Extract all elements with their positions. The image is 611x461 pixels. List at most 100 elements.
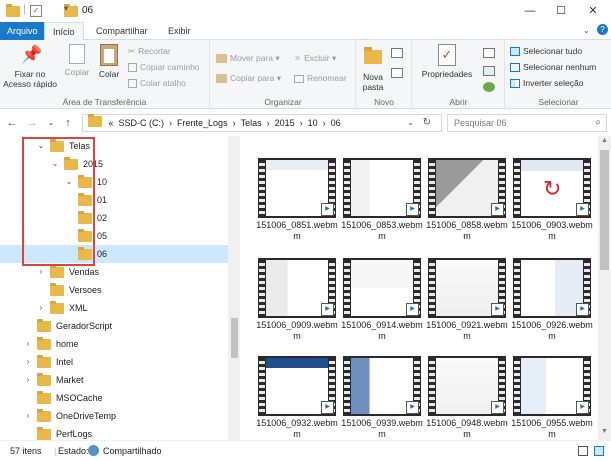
collapse-ribbon-icon[interactable]: ⌄: [583, 26, 590, 35]
file-item[interactable]: ▶ 151006_0939.webm m: [341, 356, 423, 440]
tab-share[interactable]: Compartilhar: [88, 22, 156, 40]
new-folder-button[interactable]: Nova pasta: [360, 46, 386, 92]
select-none-button[interactable]: Selecionar nenhum: [510, 61, 596, 74]
easy-access-icon[interactable]: [391, 68, 403, 78]
thumbnail-screen: ↻: [521, 160, 583, 216]
file-item[interactable]: ▶ 151006_0851.webm m: [256, 158, 338, 258]
file-item[interactable]: ▶ 151006_0858.webm m: [426, 158, 508, 258]
scroll-down-icon[interactable]: ▼: [601, 428, 608, 435]
tab-file[interactable]: Arquivo: [0, 22, 45, 40]
tree-item-msocache[interactable]: MSOCache: [0, 389, 228, 407]
invert-selection-button[interactable]: Inverter seleção: [510, 77, 583, 90]
window-title: 06: [82, 5, 94, 16]
paste-shortcut-icon: [128, 79, 137, 89]
file-item[interactable]: ↻ ▶ 151006_0903.webm m: [511, 158, 593, 258]
breadcrumb-item[interactable]: Frente_Logs: [177, 118, 228, 128]
new-item-icon[interactable]: [391, 48, 403, 58]
media-player-icon: ▶: [491, 203, 504, 216]
edit-icon[interactable]: [483, 66, 495, 76]
copy-path-button[interactable]: Copiar caminho: [128, 61, 200, 74]
minimize-button[interactable]: —: [515, 0, 545, 22]
recent-locations-chevron-icon[interactable]: ⌄: [43, 115, 59, 131]
forward-arrow-icon[interactable]: →: [24, 115, 40, 131]
tree-item-onedrivetemp[interactable]: › OneDriveTemp: [0, 407, 228, 425]
maximize-button[interactable]: ☐: [546, 0, 576, 22]
delete-button[interactable]: ✕ Excluir ▾: [294, 52, 336, 65]
file-item[interactable]: ▶ 151006_0921.webm m: [426, 258, 508, 358]
tree-item-xml[interactable]: › XML: [0, 299, 228, 317]
tree-item-versoes[interactable]: Versoes: [0, 281, 228, 299]
breadcrumb-item[interactable]: SSD-C (C:): [119, 118, 165, 128]
chevron-right-icon[interactable]: ›: [23, 335, 33, 353]
history-icon[interactable]: [483, 82, 495, 92]
close-button[interactable]: ✕: [578, 0, 608, 22]
chevron-right-icon[interactable]: ›: [23, 353, 33, 371]
move-to-button[interactable]: Mover para ▾: [216, 52, 280, 65]
pin-quick-access-button[interactable]: 📌 Fixar no Acesso rápido: [2, 44, 58, 89]
refresh-icon[interactable]: ↻: [423, 115, 431, 131]
breadcrumb-item[interactable]: 06: [331, 118, 341, 128]
properties-button[interactable]: ✓ Propriedades: [419, 44, 475, 79]
back-arrow-icon[interactable]: ←: [4, 115, 20, 131]
file-item[interactable]: ▶ 151006_0853.webm m: [341, 158, 423, 258]
breadcrumb-separator-icon[interactable]: ›: [169, 118, 172, 128]
media-player-icon: ▶: [406, 303, 419, 316]
scroll-up-icon[interactable]: ▲: [601, 137, 608, 144]
select-all-button[interactable]: Selecionar tudo: [510, 45, 582, 58]
search-input[interactable]: Pesquisar 06 ⌕: [447, 114, 607, 132]
paste-button[interactable]: Colar: [95, 44, 123, 79]
file-item[interactable]: ▶ 151006_0932.webm m: [256, 356, 338, 440]
chevron-right-icon[interactable]: ›: [36, 299, 46, 317]
paste-shortcut-button[interactable]: Colar atalho: [128, 77, 186, 90]
breadcrumb-item[interactable]: 10: [308, 118, 318, 128]
breadcrumb-separator-icon[interactable]: ›: [323, 118, 326, 128]
breadcrumb-item[interactable]: Telas: [241, 118, 262, 128]
chevron-right-icon[interactable]: ›: [23, 407, 33, 425]
file-item[interactable]: ▶ 151006_0914.webm m: [341, 258, 423, 358]
breadcrumb-separator-icon[interactable]: ›: [233, 118, 236, 128]
tab-home[interactable]: Início: [44, 22, 84, 41]
rename-button[interactable]: Renomear: [294, 72, 347, 85]
file-item[interactable]: ▶ 151006_0909.webm m: [256, 258, 338, 358]
up-arrow-icon[interactable]: ↑: [60, 115, 76, 131]
chevron-right-icon[interactable]: ›: [23, 371, 33, 389]
breadcrumb-separator-icon[interactable]: ›: [267, 118, 270, 128]
open-icon[interactable]: [483, 48, 495, 58]
file-name: 151006_0851.webm m: [254, 220, 340, 242]
large-icons-view-icon[interactable]: [594, 446, 604, 456]
tree-item-market[interactable]: › Market: [0, 371, 228, 389]
copy-path-label: Copiar caminho: [140, 62, 200, 72]
file-item[interactable]: ▶ 151006_0948.webm m: [426, 356, 508, 440]
cut-button[interactable]: ✂ Recortar: [128, 45, 171, 58]
file-item[interactable]: ▶ 151006_0926.webm m: [511, 258, 593, 358]
file-view-scrollbar-thumb[interactable]: [600, 150, 609, 270]
tree-item-label: 05: [97, 231, 108, 241]
scissors-icon: ✂: [128, 46, 136, 57]
path-dropdown-chevron-icon[interactable]: ⌄: [407, 115, 414, 131]
video-thumbnail: ↻ ▶: [513, 158, 591, 218]
media-player-icon: ▶: [406, 203, 419, 216]
breadcrumb-item[interactable]: 2015: [275, 118, 295, 128]
tab-view[interactable]: Exibir: [160, 22, 199, 40]
tree-item-label: home: [56, 339, 79, 349]
address-path[interactable]: « SSD-C (C:) › Frente_Logs › Telas › 2015 › 10 › 06…: [82, 114, 442, 132]
tree-item-geradorscript[interactable]: GeradorScript: [0, 317, 228, 335]
copy-button[interactable]: Copiar: [62, 44, 92, 77]
media-player-icon: ▶: [576, 303, 589, 316]
tree-item-intel[interactable]: › Intel: [0, 353, 228, 371]
navigation-scrollbar-thumb[interactable]: [231, 318, 238, 358]
copy-to-button[interactable]: Copiar para ▾: [216, 72, 281, 85]
navigation-scrollbar[interactable]: [228, 136, 240, 440]
tree-item-label: MSOCache: [56, 393, 103, 403]
breadcrumb-separator-icon[interactable]: ›: [300, 118, 303, 128]
tree-item-home[interactable]: › home: [0, 335, 228, 353]
film-strip: [259, 358, 265, 414]
help-icon[interactable]: ?: [597, 24, 608, 35]
file-item[interactable]: ▶ 151006_0955.webm m: [511, 356, 593, 440]
customize-toolbar-icon[interactable]: ▾: [64, 4, 68, 13]
details-view-icon[interactable]: [578, 446, 588, 456]
thumbnail-screen: [351, 160, 413, 216]
file-name-line-1: 151006_0851.webm: [256, 220, 338, 230]
breadcrumb-separator-icon[interactable]: «: [109, 118, 114, 128]
properties-quick-icon[interactable]: ✓: [30, 5, 42, 17]
